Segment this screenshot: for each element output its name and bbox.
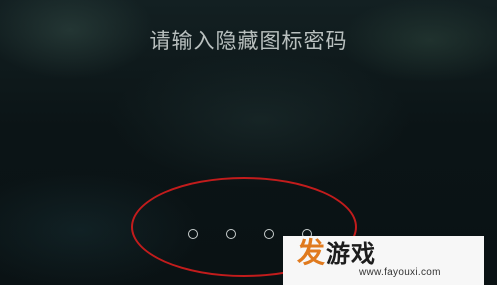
watermark-url: www.fayouxi.com [359, 267, 441, 278]
watermark-logo: 发游戏 [297, 236, 377, 269]
watermark: 发游戏 www.fayouxi.com [283, 236, 484, 285]
lock-screen: 请输入隐藏图标密码 发游戏 www.fayouxi.com [0, 0, 497, 285]
password-prompt: 请输入隐藏图标密码 [149, 29, 348, 53]
